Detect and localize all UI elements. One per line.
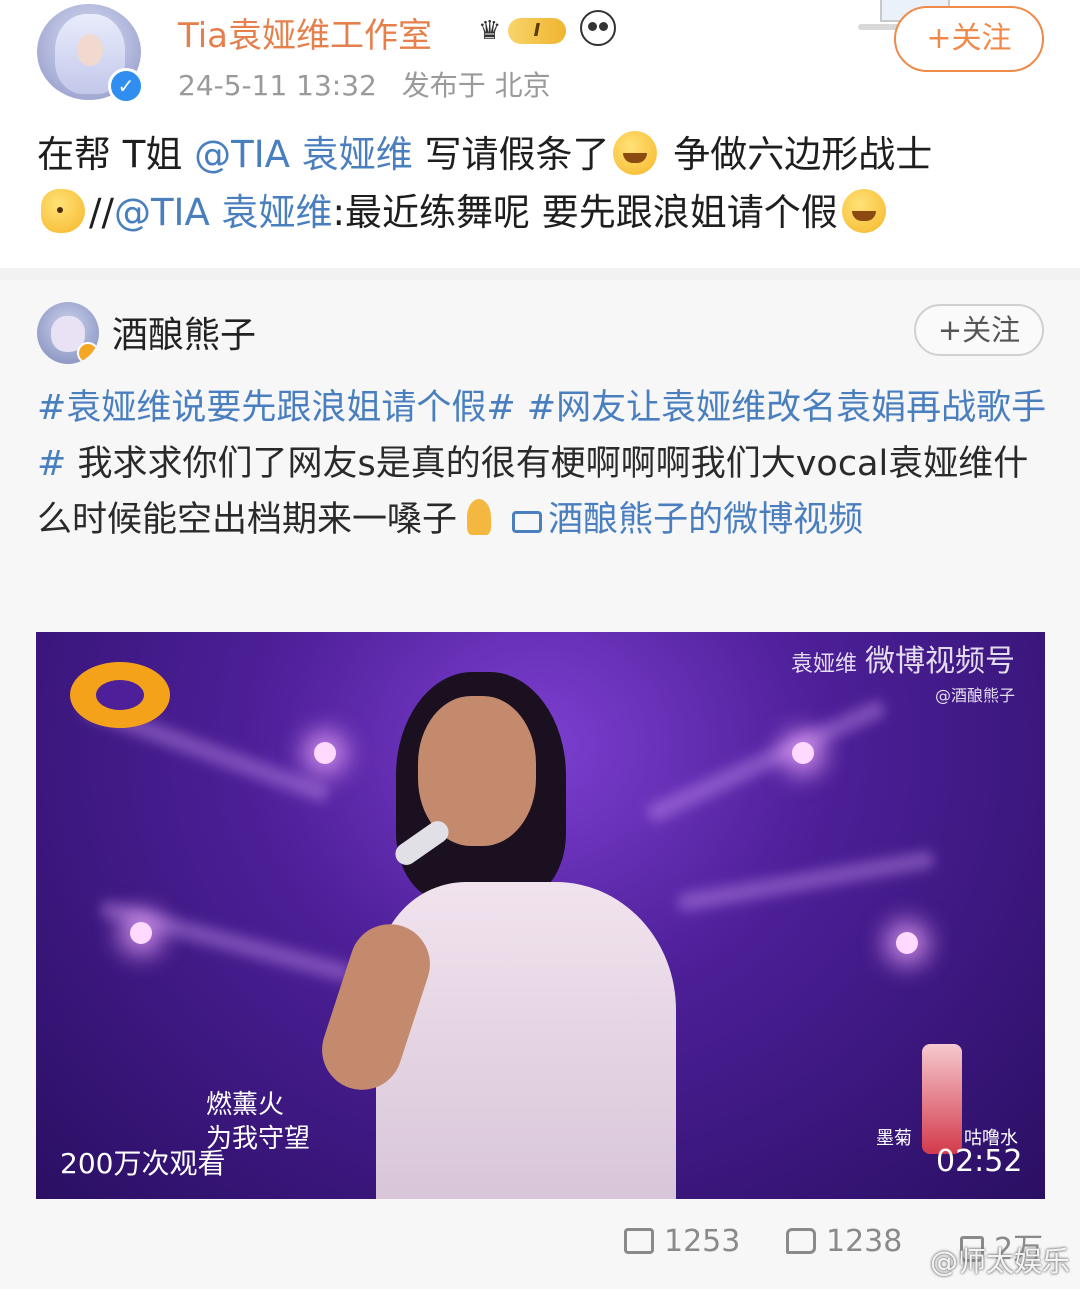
repost-author-name[interactable]: 酒酿熊子 <box>112 306 256 358</box>
panda-icon <box>580 10 616 46</box>
hashtag-link[interactable]: #袁娅维说要先跟浪姐请个假# <box>37 388 516 428</box>
post-location: 发布于 北京 <box>401 69 551 102</box>
verified-icon: ✓ <box>108 68 144 104</box>
follow-button[interactable]: +关注 <box>894 6 1044 72</box>
post-body: 在帮 T姐 @TIA 袁娅维 写请假条了 争做六边形战士 //@TIA 袁娅维:… <box>37 126 1047 242</box>
repost-separator: // <box>89 191 114 234</box>
stage-light <box>130 922 152 944</box>
pray-emoji-icon <box>459 497 499 537</box>
repost-follow-button[interactable]: +关注 <box>914 304 1044 356</box>
subtitle-line: 燃薰火 <box>206 1090 285 1120</box>
video-watermark: 袁娅维 微博视频号 @酒酿熊子 <box>791 636 1015 706</box>
product-label: 墨菊 <box>876 1128 912 1149</box>
post-text-part: :最近练舞呢 要先跟浪姐请个假 <box>332 191 838 234</box>
singer-dress <box>376 882 676 1199</box>
mention-link[interactable]: @TIA 袁娅维 <box>194 133 413 176</box>
post-text-part: 写请假条了 <box>412 133 610 176</box>
vip-badge: ♛ I <box>476 12 572 48</box>
rofl-emoji-icon <box>613 131 658 175</box>
stage-light <box>314 742 336 764</box>
salute-emoji-icon <box>41 189 85 233</box>
post-text-part: 在帮 T姐 <box>37 133 195 176</box>
crown-icon: ♛ <box>478 16 502 46</box>
image-watermark: @师太娱乐 <box>929 1245 1070 1278</box>
repost-author-avatar[interactable] <box>37 302 99 364</box>
tv-channel-logo <box>70 662 170 728</box>
stage-light <box>792 742 814 764</box>
mention-link[interactable]: @TIA 袁娅维 <box>114 191 333 234</box>
post-header: ✓ Tia袁娅维工作室 ♛ I 24-5-11 13:32 发布于 北京 +关注 <box>0 0 1080 120</box>
repost-button[interactable]: 1253 <box>624 1224 740 1259</box>
repost-body: #袁娅维说要先跟浪姐请个假# #网友让袁娅维改名袁娟再战歌手# 我求求你们了网友… <box>37 380 1052 548</box>
section-divider <box>0 268 1080 280</box>
view-count: 200万次观看 <box>60 1147 226 1180</box>
video-link[interactable]: 酒酿熊子的微博视频 <box>512 500 863 540</box>
stage-light-beam <box>676 849 936 913</box>
author-name[interactable]: Tia袁娅维工作室 <box>178 8 432 57</box>
post-timestamp: 24-5-11 13:32 <box>178 69 377 102</box>
stage-light <box>896 932 918 954</box>
repost-count: 1253 <box>664 1224 741 1259</box>
video-camera-icon <box>512 511 543 533</box>
video-frame-singer <box>311 672 696 1199</box>
video-duration: 02:52 <box>936 1144 1023 1179</box>
video-player[interactable]: 袁娅维 微博视频号 @酒酿熊子 燃薰火 为我守望 200万次观看 墨菊 咕噜水 0… <box>36 632 1045 1199</box>
product-bottle-image <box>922 1044 962 1154</box>
watermark-name: 袁娅维 <box>790 652 857 677</box>
action-bar: 1253 1238 2万 @师太娱乐 <box>0 1218 1080 1289</box>
comment-count: 1238 <box>826 1224 903 1259</box>
watermark-handle: @酒酿熊子 <box>934 686 1015 705</box>
avatar-face <box>77 34 103 66</box>
comment-icon <box>786 1228 816 1254</box>
post-text-part: 争做六边形战士 <box>661 133 933 176</box>
comment-button[interactable]: 1238 <box>786 1224 902 1259</box>
verified-yellow-icon <box>77 342 99 364</box>
vip-level: I <box>508 18 566 44</box>
share-icon <box>624 1228 654 1254</box>
video-link-label: 酒酿熊子的微博视频 <box>548 500 864 540</box>
watermark-channel: 微博视频号 <box>865 644 1015 679</box>
joy-emoji-icon <box>841 189 886 233</box>
post-meta: 24-5-11 13:32 发布于 北京 <box>178 64 567 104</box>
